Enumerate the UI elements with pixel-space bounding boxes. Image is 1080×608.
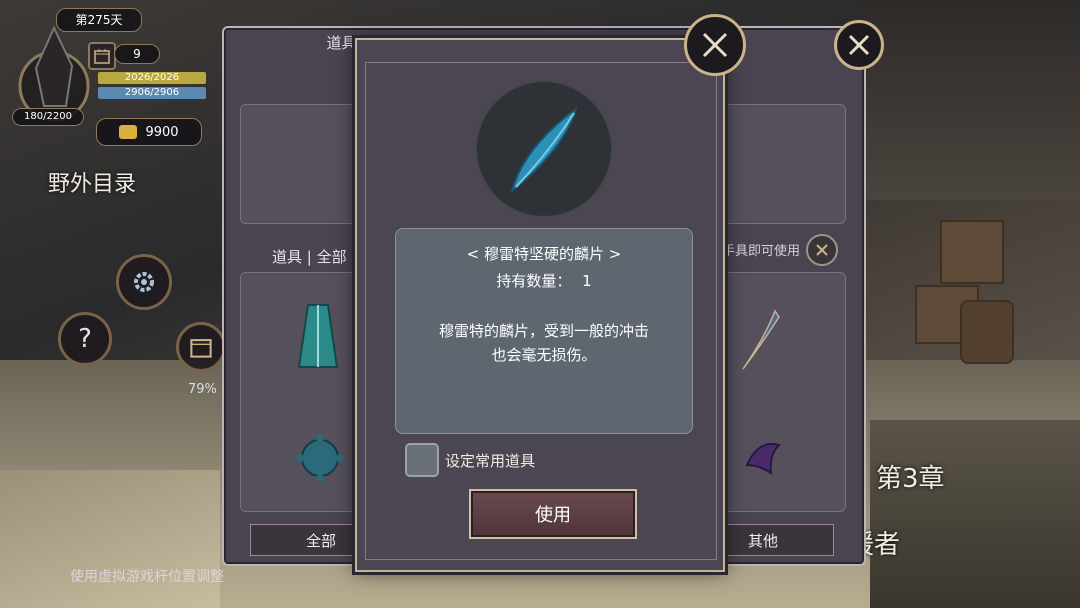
item-description: 穆雷特的麟片，受到一般的冲击也会毫无损伤。 bbox=[438, 322, 649, 364]
favorite-label[interactable]: 设定常用道具 bbox=[445, 450, 535, 471]
close-icon[interactable] bbox=[806, 234, 838, 266]
gold-icon bbox=[119, 125, 138, 139]
claw-icon[interactable] bbox=[741, 435, 785, 479]
gold-amount: 9900 bbox=[145, 124, 179, 140]
quantity-value: 1 bbox=[582, 272, 592, 290]
exp-counter: 180/2200 bbox=[12, 108, 84, 126]
item-portrait bbox=[475, 80, 613, 218]
quantity-label: 持有数量： bbox=[496, 272, 572, 290]
background-stall bbox=[870, 420, 1080, 608]
close-icon[interactable] bbox=[834, 20, 884, 70]
question-icon[interactable]: ? bbox=[58, 312, 112, 366]
gold-display: 9900 bbox=[96, 118, 202, 146]
background-crate bbox=[940, 220, 1004, 284]
usable-hint: 手具即可使用 bbox=[722, 244, 801, 259]
spiked-ball-icon[interactable] bbox=[293, 431, 347, 485]
chapter-label: 第3章 bbox=[876, 464, 945, 494]
blade-icon[interactable] bbox=[735, 307, 785, 377]
joystick-hint: 使用虚拟游戏杆位置调整 bbox=[70, 569, 224, 585]
calendar-icon[interactable] bbox=[88, 42, 116, 70]
mp-bar: 2906/2906 bbox=[98, 87, 206, 99]
background-structure bbox=[860, 0, 1080, 200]
item-detail-modal: < 穆雷特坚硬的麟片 > 持有数量： 1 穆雷特的麟片，受到一般的冲击也会毫无损… bbox=[355, 38, 725, 572]
use-button[interactable]: 使用 bbox=[469, 489, 637, 539]
filter-label[interactable]: 道具 | 全部 bbox=[272, 246, 347, 267]
progress-percent: 79% bbox=[188, 382, 217, 397]
close-icon[interactable] bbox=[684, 14, 746, 76]
item-name: < 穆雷特坚硬的麟片 > bbox=[466, 245, 622, 263]
hp-bar: 2026/2026 bbox=[98, 72, 206, 84]
background-rock bbox=[0, 470, 220, 608]
robe-icon[interactable] bbox=[293, 301, 343, 371]
field-directory-label[interactable]: 野外目录 bbox=[48, 166, 136, 198]
calendar-button[interactable] bbox=[176, 322, 226, 372]
item-quantity-row: 持有数量： 1 bbox=[396, 270, 692, 291]
scale-icon bbox=[510, 106, 578, 194]
calendar-count: 9 bbox=[114, 44, 160, 64]
gear-icon[interactable] bbox=[116, 254, 172, 310]
background-barrel bbox=[960, 300, 1014, 364]
item-description-box: < 穆雷特坚硬的麟片 > 持有数量： 1 穆雷特的麟片，受到一般的冲击也会毫无损… bbox=[395, 228, 693, 434]
favorite-checkbox[interactable] bbox=[405, 443, 439, 477]
